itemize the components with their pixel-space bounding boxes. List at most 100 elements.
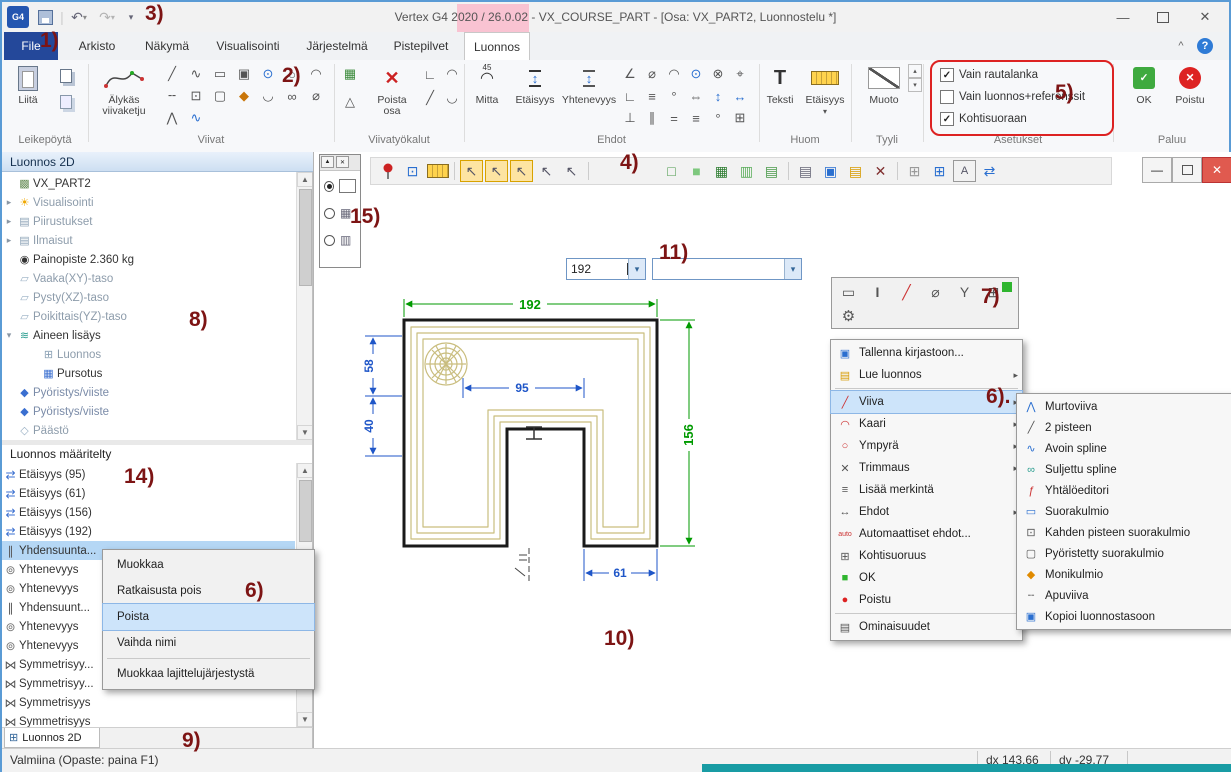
tab-jarjestelma[interactable]: Järjestelmä	[296, 32, 378, 60]
scroll-down-icon[interactable]: ▼	[297, 425, 313, 440]
list-item[interactable]: ⇄Etäisyys (61)	[2, 484, 295, 503]
panel-close-icon[interactable]: ✕	[336, 156, 349, 168]
text-button[interactable]: T Teksti	[762, 64, 798, 106]
dim-right[interactable]: 156	[681, 424, 696, 446]
round-corner-tool-icon[interactable]: ◡	[442, 88, 462, 108]
tree-item-pyoristys-1[interactable]: ◆Pyöristys/viiste	[2, 383, 295, 402]
view-plane-icon[interactable]: ▤	[760, 160, 783, 182]
chevron-down-icon[interactable]: ▾	[2, 330, 16, 341]
ok-chip-icon[interactable]	[1002, 282, 1012, 292]
tree-item-pyoristys-2[interactable]: ◆Pyöristys/viiste	[2, 402, 295, 421]
menu-item-kaari[interactable]: ◠Kaari▸	[831, 413, 1022, 435]
tree-item-paasto[interactable]: ◇Päästö	[2, 421, 295, 440]
tree-item-luonnos[interactable]: ⊞Luonnos	[2, 345, 313, 364]
transform-icon[interactable]: ⊡	[401, 160, 424, 182]
redo-dropdown-icon[interactable]: ▾	[111, 13, 115, 22]
smart-linechain-button[interactable]: Älykäs viivaketju	[92, 64, 156, 117]
polyline-tool-icon[interactable]: ⋀	[162, 108, 182, 128]
chevron-right-icon[interactable]: ▸	[2, 197, 16, 208]
center-circle-tool-icon[interactable]: ⊙	[258, 64, 278, 84]
rounded-rectangle-tool-icon[interactable]: ▢	[210, 86, 230, 106]
style-down-icon[interactable]: ▾	[908, 78, 922, 92]
text-frame-icon[interactable]: A	[953, 160, 976, 182]
degree-constraint-icon[interactable]: °	[664, 86, 684, 106]
submenu-item-murtoviiva[interactable]: ⋀Murtoviiva	[1017, 396, 1231, 417]
dim-top[interactable]: 192	[519, 297, 541, 312]
grid-toggle-icon[interactable]: ⊞	[903, 160, 926, 182]
document-list-icon[interactable]: ▤	[794, 160, 817, 182]
copy-icon[interactable]	[56, 66, 76, 86]
target-constraint-icon[interactable]: ⌖	[730, 64, 750, 84]
parallel-constraint-icon[interactable]: ∥	[642, 108, 662, 128]
radio-icon[interactable]	[324, 235, 335, 246]
menu-item-ominaisuudet[interactable]: ▤Ominaisuudet	[831, 616, 1022, 638]
combo-dropdown-icon[interactable]: ▾	[784, 259, 801, 279]
line-tool-icon[interactable]: ╱	[162, 64, 182, 84]
app-logo-icon[interactable]: G4	[7, 6, 29, 28]
menu-item-lisaa-merkinta[interactable]: ≡Lisää merkintä	[831, 479, 1022, 501]
style-up-icon[interactable]: ▴	[908, 64, 922, 78]
snap-intersection-icon[interactable]: ↖	[485, 160, 508, 182]
coincidence-button[interactable]: ↕ Yhtenevyys	[562, 64, 616, 106]
spline-tool-icon[interactable]: ∿	[186, 64, 206, 84]
center-rectangle-tool-icon[interactable]: ▣	[234, 64, 254, 84]
tab-pistepilvet[interactable]: Pistepilvet	[382, 32, 460, 60]
arc2-tool-icon[interactable]: ◡	[258, 86, 278, 106]
view-option-solid[interactable]	[320, 171, 360, 193]
dimension-value-input[interactable]: 192	[567, 262, 627, 276]
remove-part-button[interactable]: ✕ Poista osa	[368, 64, 416, 117]
concentric-constraint-icon[interactable]: ⊙	[686, 64, 706, 84]
dimension-value-combo[interactable]: 192 ▾	[566, 258, 646, 280]
dim-inner[interactable]: 95	[515, 381, 529, 395]
copy-special-icon[interactable]	[56, 92, 76, 112]
list-item[interactable]: ⋈Symmetrisyys	[2, 693, 295, 712]
list-item[interactable]: ⋈Symmetrisyys	[2, 712, 295, 727]
extend-tool-icon[interactable]: ╱	[420, 88, 440, 108]
list-item[interactable]: ⇄Etäisyys (95)	[2, 465, 295, 484]
combo-dropdown-icon[interactable]: ▾	[628, 259, 645, 279]
radio-selected-icon[interactable]	[324, 181, 334, 192]
dim-left-upper[interactable]: 58	[362, 359, 376, 373]
tab-nakyma[interactable]: Näkymä	[134, 32, 200, 60]
checkbox-wireframe[interactable]: ✓ Vain rautalanka	[940, 68, 1038, 82]
paste-button[interactable]: Liitä	[6, 64, 50, 106]
tree-scrollbar-thumb[interactable]	[299, 189, 312, 286]
tab-file[interactable]: File	[4, 32, 58, 60]
redo-button[interactable]: ↷▾	[96, 7, 118, 27]
line-tool-icon[interactable]: ╱	[895, 281, 918, 303]
pin-icon[interactable]	[376, 160, 399, 182]
tree-item-aineen-lisays[interactable]: ▾≋Aineen lisäys	[2, 326, 295, 345]
tree-item-pysty-taso[interactable]: ▱Pysty(XZ)-taso	[2, 288, 295, 307]
pick-icon[interactable]: ↖	[535, 160, 558, 182]
dimension-note-dropdown-icon[interactable]: ▾	[823, 106, 827, 117]
checkbox-sketch-refs[interactable]: Vain luonnos+referenssit	[940, 90, 1085, 104]
doc-close-icon[interactable]: ✕	[1202, 157, 1231, 183]
scroll-up-icon[interactable]: ▲	[297, 172, 313, 187]
corner-constraint-icon[interactable]: ∟	[620, 86, 640, 106]
dimension-tool-icon[interactable]: ▭	[837, 281, 860, 303]
auxline-tool-icon[interactable]: ╌	[162, 86, 182, 106]
view-option-csg[interactable]: ▦	[320, 193, 360, 220]
submenu-item-monikulmio[interactable]: ◆Monikulmio	[1017, 564, 1231, 585]
pick-area-icon[interactable]: ↖	[560, 160, 583, 182]
add-frame-icon[interactable]: ⊞	[928, 160, 951, 182]
equal-constraint-icon[interactable]: ≡	[642, 86, 662, 106]
horizontal-constraint-icon[interactable]: ↔	[730, 86, 750, 106]
snap-point-icon[interactable]: ↖	[460, 160, 483, 182]
closed-spline-tool-icon[interactable]: ∞	[282, 86, 302, 106]
submenu-item-pyoristetty-suorakulmio[interactable]: ▢Pyöristetty suorakulmio	[1017, 543, 1231, 564]
save-button[interactable]	[35, 7, 55, 27]
tree-item-piirustukset[interactable]: ▸▤Piirustukset	[2, 212, 295, 231]
close-button[interactable]: ✕	[1185, 2, 1225, 32]
submenu-item-avoin-spline[interactable]: ∿Avoin spline	[1017, 438, 1231, 459]
menu-item-automaattiset-ehdot[interactable]: autoAutomaattiset ehdot...	[831, 523, 1022, 545]
circle-tool-icon[interactable]: ○	[282, 64, 302, 84]
menu-item-ok[interactable]: ■OK	[831, 567, 1022, 589]
shape-style-button[interactable]: Muoto	[858, 64, 910, 106]
menu-item-muokkaa-lajittelua[interactable]: Muokkaa lajittelujärjestystä	[103, 661, 314, 687]
list-item[interactable]: ⇄Etäisyys (156)	[2, 503, 295, 522]
secondary-combo[interactable]: ▾	[652, 258, 802, 280]
tree-item-vaaka-taso[interactable]: ▱Vaaka(XY)-taso	[2, 269, 295, 288]
chevron-right-icon[interactable]: ▸	[2, 216, 16, 227]
submenu-item-apuviiva[interactable]: ╌Apuviiva	[1017, 585, 1231, 606]
